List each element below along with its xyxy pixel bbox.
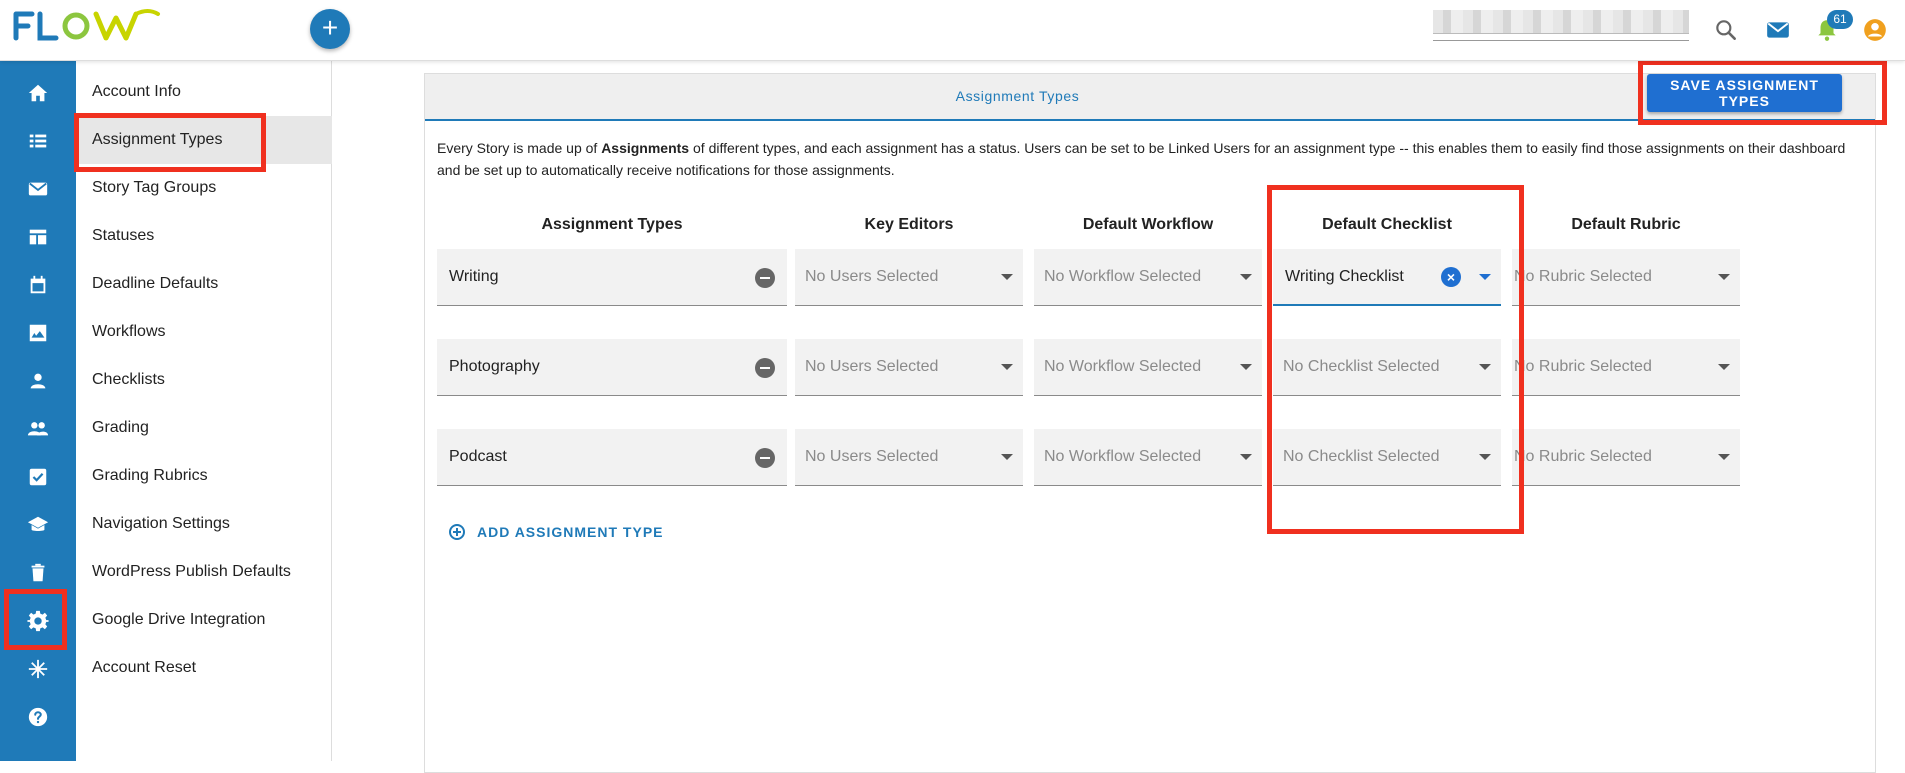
description: Every Story is made up of Assignments of… — [437, 137, 1857, 181]
add-assignment-type-label: ADD ASSIGNMENT TYPE — [477, 524, 664, 540]
account-icon[interactable] — [1862, 17, 1888, 43]
rail-profile[interactable] — [0, 357, 76, 405]
column-header-key-editors: Key Editors — [864, 216, 954, 233]
settings-nav-account-reset[interactable]: Account Reset — [76, 644, 332, 692]
settings-nav-grading[interactable]: Grading — [76, 404, 332, 452]
default-workflow-value: No Workflow Selected — [1044, 358, 1202, 375]
assignment-type-name: Writing — [449, 268, 499, 285]
tab-assignment-types[interactable]: Assignment Types — [425, 88, 1610, 104]
default-workflow-select[interactable]: No Workflow Selected — [1034, 249, 1262, 306]
rail-users[interactable] — [0, 405, 76, 453]
trash-icon — [31, 563, 45, 582]
key-editors-select[interactable]: No Users Selected — [795, 429, 1023, 486]
mail-icon[interactable] — [1765, 17, 1791, 43]
checkbox-icon — [29, 468, 47, 486]
notification-badge: 61 — [1827, 10, 1853, 29]
remove-circle-icon[interactable] — [755, 268, 775, 288]
default-workflow-select[interactable]: No Workflow Selected — [1034, 339, 1262, 396]
key-editors-value: No Users Selected — [805, 358, 939, 375]
column-header-assignment-types: Assignment Types — [541, 216, 683, 233]
default-rubric-select[interactable]: No Rubric Selected — [1512, 429, 1740, 486]
create-button[interactable]: + — [310, 9, 350, 49]
rail-integrations[interactable] — [0, 645, 76, 693]
dropdown-arrow-icon — [1001, 274, 1013, 280]
assignment-type-name-field[interactable]: Podcast — [437, 429, 787, 486]
add-circle-icon — [449, 524, 465, 540]
assignment-type-name-field[interactable]: Photography — [437, 339, 787, 396]
dropdown-arrow-icon — [1240, 274, 1252, 280]
default-rubric-value: No Rubric Selected — [1514, 268, 1652, 285]
dropdown-arrow-icon — [1001, 454, 1013, 460]
default-rubric-value: No Rubric Selected — [1514, 358, 1652, 375]
image-icon — [29, 324, 47, 342]
remove-circle-icon[interactable] — [755, 448, 775, 468]
default-workflow-select[interactable]: No Workflow Selected — [1034, 429, 1262, 486]
settings-nav-checklists[interactable]: Checklists — [76, 356, 332, 404]
dropdown-arrow-icon — [1240, 454, 1252, 460]
remove-circle-icon[interactable] — [755, 358, 775, 378]
description-text-a: Every Story is made up of — [437, 140, 602, 156]
default-workflow-value: No Workflow Selected — [1044, 268, 1202, 285]
annotation-highlight — [1638, 60, 1887, 125]
dropdown-arrow-icon — [1718, 274, 1730, 280]
default-rubric-select[interactable]: No Rubric Selected — [1512, 249, 1740, 306]
settings-nav-workflows[interactable]: Workflows — [76, 308, 332, 356]
flow-logo[interactable] — [12, 8, 162, 44]
dropdown-arrow-icon — [1718, 364, 1730, 370]
search-icon[interactable] — [1713, 17, 1739, 43]
default-rubric-select[interactable]: No Rubric Selected — [1512, 339, 1740, 396]
people-icon — [27, 422, 49, 436]
dropdown-arrow-icon — [1001, 364, 1013, 370]
dropdown-arrow-icon — [1718, 454, 1730, 460]
settings-nav-wordpress-publish-defaults[interactable]: WordPress Publish Defaults — [76, 548, 332, 596]
assignment-type-name: Photography — [449, 358, 540, 375]
column-header-default-rubric: Default Rubric — [1571, 216, 1681, 233]
school-icon — [27, 516, 49, 531]
column-header-default-workflow: Default Workflow — [1082, 216, 1214, 233]
add-assignment-type-button[interactable]: ADD ASSIGNMENT TYPE — [449, 524, 664, 540]
user-name-underline — [1433, 40, 1689, 41]
rail-messages[interactable] — [0, 165, 76, 213]
annotation-highlight — [74, 113, 266, 172]
settings-nav-navigation-settings[interactable]: Navigation Settings — [76, 500, 332, 548]
default-rubric-value: No Rubric Selected — [1514, 448, 1652, 465]
calendar-icon — [30, 275, 46, 294]
settings-nav-google-drive-integration[interactable]: Google Drive Integration — [76, 596, 332, 644]
assignment-type-name: Podcast — [449, 448, 507, 465]
mail-icon — [28, 182, 48, 196]
rail-home[interactable] — [0, 69, 76, 117]
key-editors-select[interactable]: No Users Selected — [795, 249, 1023, 306]
settings-nav-account-info[interactable]: Account Info — [76, 68, 332, 116]
user-name-field[interactable] — [1433, 10, 1689, 34]
assignment-types-card: Assignment Types SAVE ASSIGNMENT TYPES E… — [424, 73, 1876, 773]
list-icon — [29, 134, 47, 148]
description-bold: Assignments — [601, 140, 690, 156]
person-icon — [30, 373, 46, 389]
settings-nav-statuses[interactable]: Statuses — [76, 212, 332, 260]
home-icon — [28, 84, 48, 102]
rail-stories[interactable] — [0, 117, 76, 165]
icon-rail — [0, 61, 76, 761]
annotation-highlight — [4, 589, 67, 650]
rail-dashboard[interactable] — [0, 213, 76, 261]
settings-nav-deadline-defaults[interactable]: Deadline Defaults — [76, 260, 332, 308]
settings-nav-grading-rubrics[interactable]: Grading Rubrics — [76, 452, 332, 500]
assignment-type-name-field[interactable]: Writing — [437, 249, 787, 306]
rail-help[interactable] — [0, 693, 76, 741]
dashboard-icon — [29, 229, 47, 245]
annotation-highlight — [1267, 185, 1524, 534]
default-workflow-value: No Workflow Selected — [1044, 448, 1202, 465]
rail-media[interactable] — [0, 309, 76, 357]
dropdown-arrow-icon — [1240, 364, 1252, 370]
key-editors-value: No Users Selected — [805, 448, 939, 465]
key-editors-select[interactable]: No Users Selected — [795, 339, 1023, 396]
snowflake-icon — [28, 659, 48, 679]
rail-grading[interactable] — [0, 501, 76, 549]
rail-calendar[interactable] — [0, 261, 76, 309]
rail-tasks[interactable] — [0, 453, 76, 501]
top-bar: + 61 — [0, 0, 1905, 61]
help-icon — [28, 707, 48, 727]
key-editors-value: No Users Selected — [805, 268, 939, 285]
